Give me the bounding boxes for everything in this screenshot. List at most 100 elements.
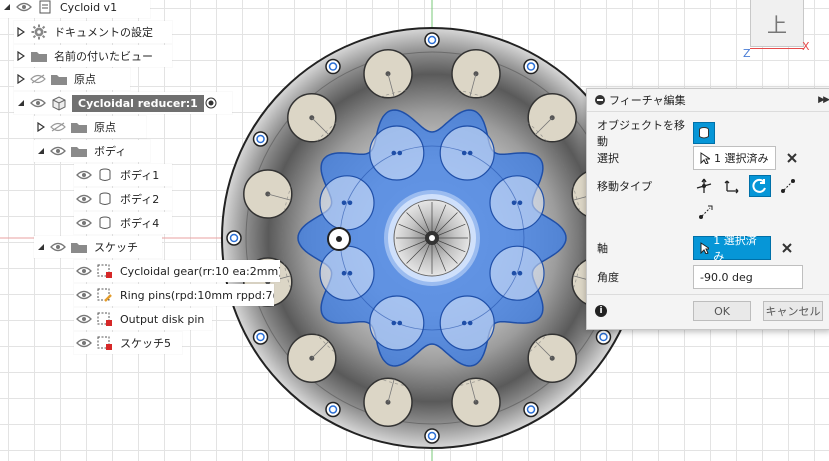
expand-icon[interactable] xyxy=(14,51,28,61)
clear-selection-icon[interactable] xyxy=(786,152,798,164)
body-icon xyxy=(94,215,116,231)
expand-icon[interactable] xyxy=(14,74,28,84)
tree-item-sketches[interactable]: スケッチ xyxy=(34,236,162,258)
eye-icon[interactable] xyxy=(74,314,94,324)
move-object-type-button[interactable] xyxy=(693,122,715,144)
sketch-edit-icon xyxy=(94,287,116,303)
collapse-icon[interactable] xyxy=(0,3,14,11)
collapse-icon[interactable] xyxy=(34,243,48,251)
tree-item-sketch[interactable]: Cycloidal gear(rr:10 ea:2mm) xyxy=(74,260,280,282)
move-type-label: 移動タイプ xyxy=(597,180,652,193)
activate-radio-icon[interactable] xyxy=(204,96,218,110)
mount-hole xyxy=(424,32,440,48)
angle-label: 角度 xyxy=(597,271,619,284)
folder-icon xyxy=(48,72,70,86)
translate-icon[interactable] xyxy=(721,175,743,197)
tree-root-label: Cycloid v1 xyxy=(60,0,118,14)
tree-label-sketch: Cycloidal gear(rr:10 ea:2mm) xyxy=(120,264,280,278)
collapse-dialog-icon[interactable] xyxy=(595,95,605,105)
eye-hidden-icon[interactable] xyxy=(28,74,48,84)
info-icon[interactable]: i xyxy=(595,305,607,317)
eye-icon[interactable] xyxy=(14,2,34,12)
select-label: 選択 xyxy=(597,152,619,165)
eye-icon[interactable] xyxy=(74,290,94,300)
tree-item-sketch[interactable]: Output disk pin xyxy=(74,308,212,330)
mount-hole xyxy=(325,401,341,418)
tree-label-child-origin: 原点 xyxy=(94,121,116,134)
tree-item-bodies[interactable]: ボディ xyxy=(34,140,150,162)
body-icon xyxy=(94,167,116,183)
eye-icon[interactable] xyxy=(74,194,94,204)
document-icon xyxy=(34,0,56,14)
dialog-title: フィーチャ編集 xyxy=(609,94,686,107)
tree-label-sketches: スケッチ xyxy=(94,241,138,254)
component-icon xyxy=(48,95,70,111)
tree-label-origin: 原点 xyxy=(74,73,96,86)
tree-item-body[interactable]: ボディ2 xyxy=(74,188,172,210)
eye-icon[interactable] xyxy=(28,98,48,108)
cursor-icon xyxy=(700,242,710,254)
tree-label-sketch: Output disk pin xyxy=(120,312,205,326)
eye-icon[interactable] xyxy=(74,338,94,348)
tree-item-origin[interactable]: 原点 xyxy=(14,68,130,90)
tree-item-doc-settings[interactable]: ドキュメントの設定 xyxy=(14,21,172,43)
collapse-icon[interactable] xyxy=(34,147,48,155)
tree-item-body[interactable]: ボディ1 xyxy=(74,164,172,186)
eye-icon[interactable] xyxy=(48,242,68,252)
selection-button[interactable]: 1 選択済み xyxy=(693,146,776,170)
tree-item-named-views[interactable]: 名前の付いたビュー xyxy=(14,45,172,67)
collapse-icon[interactable] xyxy=(14,99,28,107)
folder-icon xyxy=(68,144,90,158)
dialog-header[interactable]: フィーチャ編集 xyxy=(587,89,829,112)
folder-icon xyxy=(68,240,90,254)
expand-icon[interactable] xyxy=(14,27,28,37)
mount-hole xyxy=(424,428,440,444)
tree-label-bodies: ボディ xyxy=(94,145,127,158)
x-axis-indicator xyxy=(750,48,804,49)
dialog-footer: i OK キャンセル xyxy=(587,294,829,329)
eye-hidden-icon[interactable] xyxy=(48,122,68,132)
point-to-point-icon[interactable] xyxy=(777,175,799,197)
tree-label-body: ボディ1 xyxy=(120,169,160,182)
body-icon xyxy=(94,191,116,207)
object-label: オブジェクトを移動 xyxy=(597,119,685,148)
eye-icon[interactable] xyxy=(48,146,68,156)
cancel-button[interactable]: キャンセル xyxy=(763,301,823,321)
eye-icon[interactable] xyxy=(74,218,94,228)
tree-label-doc-settings: ドキュメントの設定 xyxy=(54,26,153,39)
mount-hole xyxy=(523,58,539,75)
edit-feature-dialog: フィーチャ編集 ▶▶ オブジェクトを移動 選択 1 選択済み 移動タイプ 軸 1… xyxy=(586,88,829,330)
axis-selection-button[interactable]: 1 選択済み xyxy=(693,234,771,263)
angle-input[interactable]: -90.0 deg xyxy=(693,265,803,289)
tree-item-body[interactable]: ボディ4 xyxy=(74,212,172,234)
mount-hole xyxy=(252,131,269,147)
tree-label-named-views: 名前の付いたビュー xyxy=(54,50,153,63)
tree-item-sketch[interactable]: Ring pins(rpd:10mm rppd:7(... xyxy=(74,284,274,306)
tree-item-component[interactable]: Cycloidal reducer:1 xyxy=(14,92,232,114)
point-to-position-icon[interactable] xyxy=(695,201,717,223)
tree-item-child-origin[interactable]: 原点 xyxy=(34,116,146,138)
ok-button[interactable]: OK xyxy=(693,301,751,321)
tree-root[interactable]: Cycloid v1 xyxy=(0,0,150,18)
expand-icon[interactable] xyxy=(34,122,48,132)
tree-label-body: ボディ2 xyxy=(120,193,160,206)
mount-hole xyxy=(325,58,341,75)
mount-hole xyxy=(252,329,269,345)
mount-hole xyxy=(523,401,539,418)
eye-icon[interactable] xyxy=(74,170,94,180)
sketch-locked-icon xyxy=(94,335,116,351)
view-cube[interactable]: 上 X Z xyxy=(740,0,829,70)
axis-selection-count: 1 選択済み xyxy=(713,234,757,263)
expand-dialog-icon[interactable]: ▶▶ xyxy=(818,95,829,105)
tree-label-sketch: Ring pins(rpd:10mm rppd:7(... xyxy=(120,288,274,302)
free-move-icon[interactable] xyxy=(693,175,715,197)
tree-label-sketch: スケッチ5 xyxy=(120,337,171,350)
view-cube-top-face[interactable]: 上 xyxy=(750,0,804,47)
mount-hole xyxy=(226,230,242,246)
z-axis-label: Z xyxy=(743,47,751,60)
rotate-icon[interactable] xyxy=(749,175,771,197)
clear-axis-icon[interactable] xyxy=(781,242,793,254)
eye-icon[interactable] xyxy=(74,266,94,276)
tree-item-sketch[interactable]: スケッチ5 xyxy=(74,332,182,354)
axis-label: 軸 xyxy=(597,242,608,255)
